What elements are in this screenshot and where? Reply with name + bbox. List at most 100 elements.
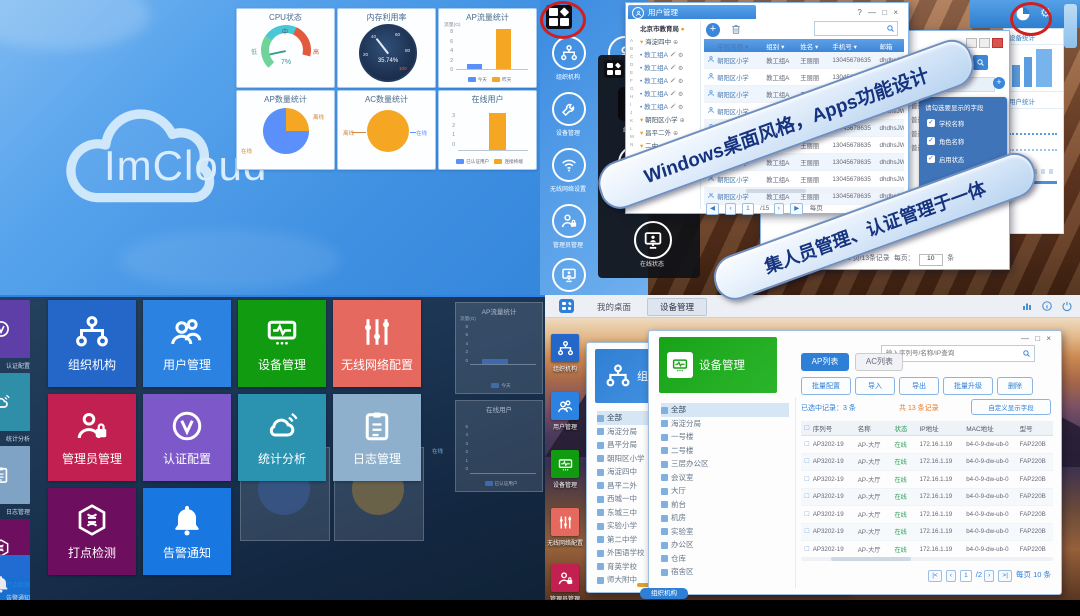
tile-user-management[interactable]: 用户管理 [143,300,231,387]
power-icon[interactable] [1061,300,1073,312]
import-button[interactable]: 导入 [855,377,895,395]
admin-icon[interactable] [552,204,586,238]
table-row[interactable]: ☐ AP3202-19 AP-大厅 在线 172.16.1.19 b4-0-9-… [801,541,1053,559]
tree-item[interactable]: 办公区 [661,538,789,552]
perpage-input[interactable]: 10 [919,254,943,266]
add-user-button[interactable]: + [706,23,720,37]
table-row[interactable]: ☐ AP3202-19 AP-大厅 在线 172.16.1.19 b4-0-9-… [801,436,1053,454]
tile-alert-notification[interactable]: 告警通知 [143,488,231,575]
trash-icon[interactable] [730,23,742,35]
batch-config-button[interactable]: 批量配置 [801,377,851,395]
tree-item[interactable]: 一号楼 [661,430,789,444]
checkbox-checked[interactable]: ✓ [927,155,935,163]
bars-icon[interactable] [1021,300,1033,312]
tab-desktop[interactable]: 我的桌面 [597,301,631,313]
shortcut-devices[interactable] [551,450,579,478]
monitor-icon[interactable] [552,258,586,292]
tree-group[interactable]: ▾ 朝阳区小学⊕ [640,114,698,127]
tree-leaf[interactable]: • 教工组A⚙ [640,88,698,101]
shortcut-organization[interactable] [551,334,579,362]
export-button[interactable]: 导出 [899,377,939,395]
window-controls[interactable]: ? — □ × [857,8,900,17]
pager-prev-button[interactable]: ‹ [946,570,956,582]
tile-wireless-config[interactable]: 无线网络配置 [333,300,421,387]
shortcut-admins[interactable] [551,564,579,592]
tree-item[interactable]: 海淀分局 [661,417,789,431]
monitor-icon[interactable] [634,221,672,259]
checkbox-checked[interactable]: ✓ [927,137,935,145]
h-scrollbar[interactable] [801,557,1053,561]
tree-root[interactable]: 北京市教育局 ● [640,23,698,36]
tree-item[interactable]: 宿舍区 [661,565,789,579]
tree-item[interactable]: 会议室 [661,471,789,485]
tree-root[interactable]: 全部 [661,403,789,417]
tree-group[interactable]: ▾ 海淀四中⊕ [640,36,698,49]
taskbar-pill[interactable]: 组织机构 [640,588,688,599]
tab-ac-list[interactable]: AC列表 [855,353,903,371]
tile-organization[interactable]: 组织机构 [48,300,136,387]
batch-upgrade-button[interactable]: 批量升级 [943,377,993,395]
search-icon[interactable] [1022,349,1031,358]
tree-leaf[interactable]: • 教工组A⚙ [640,101,698,114]
user-window-titlebar[interactable]: 用户管理 [628,5,756,19]
table-row[interactable]: ☐ AP3202-19 AP-大厅 在线 172.16.1.19 b4-0-9-… [801,454,1053,472]
alphabet-index[interactable]: A B C D E F G H I J K L M N [630,37,634,149]
edge-tile-stats[interactable] [0,373,30,431]
selected-note[interactable]: 已选中记录：3 条 [801,403,856,413]
device-search[interactable] [881,345,1035,362]
tile-stats-analysis[interactable]: 统计分析 [238,394,326,481]
tree-item[interactable]: 实验室 [661,525,789,539]
add-column-button[interactable]: + [993,77,1005,89]
tree-leaf[interactable]: • 教工组A⚙ [640,75,698,88]
tab-ap-list[interactable]: AP列表 [801,353,849,371]
tile-log-management[interactable]: 日志管理 [333,394,421,481]
user-search-input[interactable] [814,21,898,36]
pager-prev-button[interactable]: ‹ [725,203,735,215]
table-header[interactable]: ☐ 序列号 名称 状态 IP地址 MAC地址 型号 [801,421,1053,436]
info-icon[interactable] [1041,300,1053,312]
pager-page-input[interactable]: 1 [960,570,972,582]
tab-device-management[interactable]: 设备管理 [647,298,707,316]
pager-last-button[interactable]: >| [998,570,1011,582]
table-row[interactable]: ☐ AP3202-19 AP-大厅 在线 172.16.1.19 b4-0-9-… [801,524,1053,542]
table-row[interactable]: ☐ AP3202-19 AP-大厅 在线 172.16.1.19 b4-0-9-… [801,489,1053,507]
window-controls[interactable]: — □ × [1021,334,1053,343]
tree-item[interactable]: 大厅 [661,484,789,498]
pager-first-button[interactable]: |< [928,570,941,582]
tree-item[interactable]: 前台 [661,498,789,512]
search-icon[interactable] [886,24,895,33]
scrollbar-thumb[interactable] [1064,4,1077,48]
tree-item[interactable]: 机房 [661,511,789,525]
edge-tile-auth[interactable] [0,300,30,358]
wrench-icon[interactable] [552,92,586,126]
tree-leaf[interactable]: • 教工组A⚙ [640,62,698,75]
custom-fields-button[interactable]: 自定义显示字段 [971,399,1051,415]
device-window-header[interactable]: 设备管理 [659,337,777,393]
shortcut-users[interactable] [551,392,579,420]
table-row[interactable]: ☐ AP3202-19 AP-大厅 在线 172.16.1.19 b4-0-9-… [801,471,1053,489]
pager-page-input[interactable]: 1 [742,203,754,215]
tree-item[interactable]: 仓库 [661,552,789,566]
tree-item[interactable]: 三层办公区 [661,457,789,471]
checkbox-checked[interactable]: ✓ [927,119,935,127]
edge-tile-log[interactable] [0,446,30,504]
h-scrollbar[interactable] [706,189,896,193]
table-row[interactable]: ☐ AP3202-19 AP-大厅 在线 172.16.1.19 b4-0-9-… [801,506,1053,524]
h-scrollbar-thumb[interactable] [831,557,911,561]
org-structure-icon[interactable] [552,36,586,70]
pager-next-button[interactable]: › [984,570,994,582]
pager-next-button[interactable]: › [774,203,784,215]
delete-button[interactable]: 删除 [997,377,1033,395]
pager-first-button[interactable]: ◀ [706,203,719,215]
search-button[interactable] [973,55,988,70]
tile-device-management[interactable]: 设备管理 [238,300,326,387]
table-header[interactable]: 学校名称 ▾ 组别 ▾ 姓名 ▾ 手机号 ▾ 邮箱 [704,39,904,52]
tile-admin-management[interactable]: 管理员管理 [48,394,136,481]
tree-item[interactable]: 二号楼 [661,444,789,458]
table-row[interactable]: 朝阳区小学 教工组A 王丽丽 13045678635 dhdhsJW@ [704,171,904,188]
field-checkbox-row[interactable]: ✓学校名称 [919,114,1007,132]
tree-leaf[interactable]: • 教工组A⚙ [640,49,698,62]
pager-last-button[interactable]: ▶ [790,203,803,215]
h-scrollbar-thumb[interactable] [746,189,806,193]
wifi-icon[interactable] [552,148,586,182]
